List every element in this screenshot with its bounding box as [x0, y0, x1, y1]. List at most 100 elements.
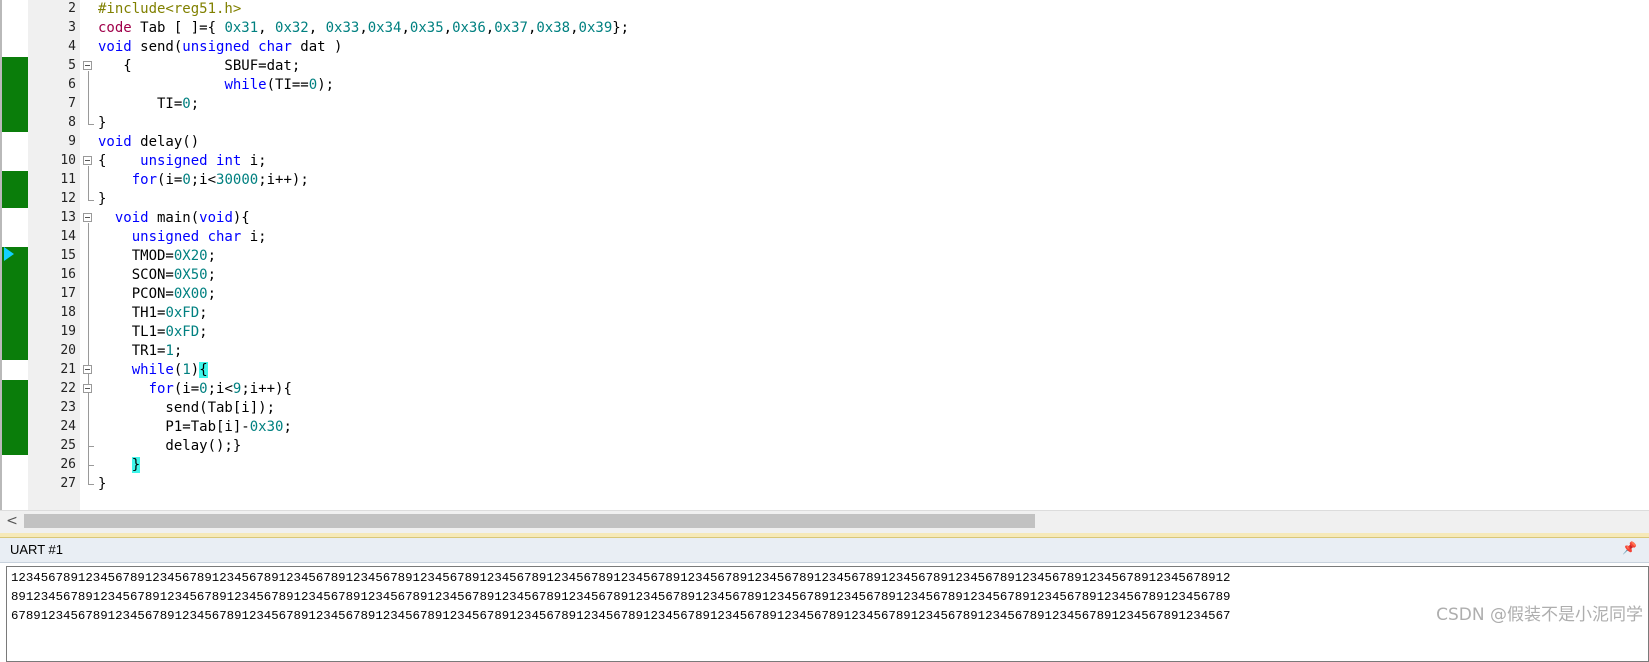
code-line[interactable]: P1=Tab[i]-0x30; — [98, 417, 291, 437]
scroll-left-arrow-icon[interactable]: < — [4, 513, 20, 529]
code-token: ; — [207, 286, 217, 302]
fold-end-mark — [88, 124, 94, 125]
line-number: 19 — [60, 324, 76, 339]
code-line[interactable]: send(Tab[i]); — [98, 398, 275, 418]
code-token: unsigned int — [140, 153, 242, 169]
pin-icon[interactable]: 📌 — [1622, 541, 1637, 555]
code-line[interactable]: TL1=0xFD; — [98, 322, 208, 342]
uart-output-line: 8912345678912345678912345678912345678912… — [11, 590, 1231, 604]
line-number: 24 — [60, 419, 76, 434]
code-line[interactable]: TMOD=0X20; — [98, 246, 216, 266]
line-number: 12 — [60, 191, 76, 206]
code-line[interactable]: for(i=0;i<9;i++){ — [98, 379, 292, 399]
code-line[interactable]: PCON=0X00; — [98, 284, 216, 304]
code-token: void — [199, 210, 233, 226]
code-line[interactable]: } — [98, 189, 106, 209]
code-token: ; — [207, 248, 217, 264]
code-token: , — [443, 20, 453, 36]
code-token: 0X50 — [173, 267, 208, 283]
code-token: Tab [ ]={ — [131, 20, 225, 36]
code-token: 0xFD — [165, 305, 200, 321]
code-line[interactable]: SCON=0X50; — [98, 265, 216, 285]
coverage-block — [2, 380, 28, 455]
code-line[interactable]: code Tab [ ]={ 0x31, 0x32, 0x33,0x34,0x3… — [98, 18, 629, 38]
code-token: void — [114, 210, 149, 226]
code-editor[interactable]: 2 3 4 5 6 7 8 9 10 11 12 13 14 15 16 17 18 19 20 21 22 23 24 25… — [0, 0, 1649, 533]
code-token: ; — [207, 267, 217, 283]
code-token: { — [199, 362, 208, 378]
code-token: 0 — [308, 77, 318, 93]
code-token: (i= — [173, 381, 200, 397]
code-token: } — [131, 457, 141, 473]
line-number: 16 — [60, 267, 76, 282]
code-token: 0x37 — [494, 20, 528, 36]
code-line[interactable]: TR1=1; — [98, 341, 183, 361]
code-line[interactable]: while(TI==0); — [98, 75, 334, 95]
code-token: 0x34 — [367, 20, 402, 36]
code-line[interactable]: #include<reg51.h> — [98, 0, 241, 19]
code-token: (TI== — [266, 77, 309, 93]
fold-toggle-icon[interactable] — [83, 384, 92, 393]
code-token: ;i< — [207, 381, 233, 397]
code-token: TL1= — [98, 324, 166, 340]
line-number: 10 — [60, 153, 76, 168]
code-line[interactable]: unsigned char i; — [98, 227, 267, 247]
code-token: , — [258, 20, 276, 36]
code-token: ; — [199, 305, 208, 321]
code-token: void — [98, 134, 132, 150]
code-token: 0 — [182, 96, 191, 112]
horizontal-scrollbar[interactable]: < — [0, 510, 1649, 533]
line-number: 7 — [68, 96, 76, 111]
code-token: P1=Tab[i]- — [98, 419, 250, 435]
code-line[interactable]: void send(unsigned char dat ) — [98, 37, 342, 57]
code-line[interactable]: while(1){ — [98, 360, 208, 380]
code-line[interactable]: for(i=0;i<30000;i++); — [98, 170, 309, 190]
code-line[interactable]: { unsigned int i; — [98, 151, 267, 171]
line-number: 15 — [60, 248, 76, 263]
code-token: ;i< — [190, 172, 217, 188]
uart-output-line: 1234567891234567891234567891234567891234… — [11, 571, 1231, 585]
code-line[interactable]: TH1=0xFD; — [98, 303, 208, 323]
fold-toggle-icon[interactable] — [83, 61, 92, 70]
fold-toggle-icon[interactable] — [83, 213, 92, 222]
code-line[interactable]: { SBUF=dat; — [98, 56, 300, 76]
code-line[interactable]: void delay() — [98, 132, 199, 152]
code-line[interactable]: } — [98, 455, 141, 475]
fold-guide — [88, 71, 89, 124]
line-number: 27 — [60, 476, 76, 491]
line-number: 21 — [60, 362, 76, 377]
fold-toggle-icon[interactable] — [83, 365, 92, 374]
fold-guide — [88, 166, 89, 200]
fold-toggle-icon[interactable] — [83, 156, 92, 165]
code-token: dat ) — [291, 39, 343, 55]
scrollbar-thumb[interactable] — [24, 514, 1035, 528]
code-token: } — [98, 476, 107, 492]
code-token: delay() — [131, 134, 200, 150]
code-token: main( — [148, 210, 200, 226]
code-token: TH1= — [98, 305, 166, 321]
code-token: , — [359, 20, 368, 36]
code-line[interactable]: } — [98, 474, 106, 494]
fold-end-mark — [88, 484, 94, 485]
uart-output[interactable]: 1234567891234567891234567891234567891234… — [6, 566, 1649, 662]
code-token: TMOD= — [98, 248, 174, 264]
code-coverage-bar — [2, 0, 28, 533]
code-line[interactable]: void main(void){ — [98, 208, 250, 228]
code-token: void — [98, 39, 132, 55]
code-token: while — [224, 77, 267, 93]
code-token: 1 — [165, 343, 174, 359]
code-token: 0x33 — [325, 20, 360, 36]
line-number: 8 — [68, 115, 76, 130]
coverage-block — [2, 57, 28, 132]
code-area[interactable]: #include<reg51.h> code Tab [ ]={ 0x31, 0x… — [98, 0, 1638, 510]
code-token: 30000 — [216, 172, 259, 188]
code-line[interactable]: TI=0; — [98, 94, 199, 114]
code-token: TR1= — [98, 343, 166, 359]
code-line[interactable]: delay();} — [98, 436, 241, 456]
code-token: 1 — [182, 362, 191, 378]
code-token: 0xFD — [165, 324, 200, 340]
code-token: , — [485, 20, 495, 36]
code-line[interactable]: } — [98, 113, 106, 133]
